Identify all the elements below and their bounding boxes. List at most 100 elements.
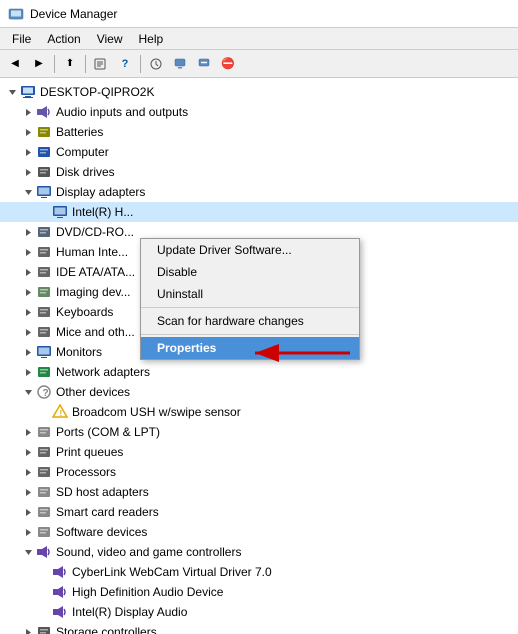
expand-btn-sound[interactable] [20,544,36,560]
ctx-item-update-driver[interactable]: Update Driver Software... [141,239,359,261]
node-icon-sdhost [36,484,52,500]
node-label-batteries: Batteries [56,125,103,139]
tree-item-networkadapters[interactable]: Network adapters [0,362,518,382]
expand-btn-ideata[interactable] [20,264,36,280]
expand-btn-cyberlink [36,564,52,580]
node-label-hdaudio: High Definition Audio Device [72,585,223,599]
node-icon-computer [36,144,52,160]
node-icon-cyberlink [52,564,68,580]
menu-help[interactable]: Help [131,30,172,48]
tree-item-portscom[interactable]: Ports (COM & LPT) [0,422,518,442]
tree-item-hdaudio[interactable]: High Definition Audio Device [0,582,518,602]
tree-item-printqueues[interactable]: Print queues [0,442,518,462]
tree-item-batteries[interactable]: Batteries [0,122,518,142]
tree-item-sound[interactable]: Sound, video and game controllers [0,542,518,562]
tree-item-displayadapters[interactable]: Display adapters [0,182,518,202]
ctx-item-disable[interactable]: Disable [141,261,359,283]
node-label-inteldisplay: Intel(R) Display Audio [72,605,187,619]
node-label-diskdrives: Disk drives [56,165,115,179]
ctx-item-properties[interactable]: Properties [141,337,359,359]
node-label-storage: Storage controllers [56,625,157,634]
expand-btn-diskdrives[interactable] [20,164,36,180]
node-icon-displayadapters [36,184,52,200]
node-icon-processors [36,464,52,480]
expand-btn-smartcard[interactable] [20,504,36,520]
menu-action[interactable]: Action [39,30,88,48]
tree-item-otherdevices[interactable]: ?Other devices [0,382,518,402]
node-icon-otherdevices: ? [36,384,52,400]
menu-view[interactable]: View [89,30,131,48]
tree-item-cyberlink[interactable]: CyberLink WebCam Virtual Driver 7.0 [0,562,518,582]
node-label-ideata: IDE ATA/ATA... [56,265,135,279]
expand-btn-keyboards[interactable] [20,304,36,320]
expand-btn-miceother[interactable] [20,324,36,340]
node-icon-hdaudio [52,584,68,600]
tree-item-diskdrives[interactable]: Disk drives [0,162,518,182]
expand-btn-batteries[interactable] [20,124,36,140]
node-icon-monitors [36,344,52,360]
node-label-printqueues: Print queues [56,445,123,459]
expand-btn-portscom[interactable] [20,424,36,440]
toolbar-up[interactable]: ⬆ [59,53,81,75]
node-icon-intel [52,204,68,220]
menu-file[interactable]: File [4,30,39,48]
toolbar-sep3 [140,55,141,73]
ctx-sep-sep2 [141,334,359,335]
toolbar-forward[interactable]: ▶ [28,53,50,75]
ctx-sep-sep1 [141,307,359,308]
ctx-item-uninstall[interactable]: Uninstall [141,283,359,305]
tree-item-softwaredevices[interactable]: Software devices [0,522,518,542]
expand-btn-monitors[interactable] [20,344,36,360]
expand-btn-processors[interactable] [20,464,36,480]
title-bar: Device Manager [0,0,518,28]
expand-btn-printqueues[interactable] [20,444,36,460]
expand-btn-inteldisplay [36,604,52,620]
tree-item-desktop[interactable]: DESKTOP-QIPRO2K [0,82,518,102]
toolbar-back[interactable]: ◀ [4,53,26,75]
node-label-cyberlink: CyberLink WebCam Virtual Driver 7.0 [72,565,272,579]
ctx-item-scan[interactable]: Scan for hardware changes [141,310,359,332]
toolbar-properties[interactable] [90,53,112,75]
tree-item-storage[interactable]: Storage controllers [0,622,518,634]
toolbar-update[interactable] [169,53,191,75]
expand-btn-computer[interactable] [20,144,36,160]
expand-btn-desktop[interactable] [4,84,20,100]
node-label-keyboards: Keyboards [56,305,113,319]
expand-btn-imagingdev[interactable] [20,284,36,300]
tree-item-audio[interactable]: Audio inputs and outputs [0,102,518,122]
expand-btn-storage[interactable] [20,624,36,634]
node-icon-batteries [36,124,52,140]
expand-btn-otherdevices[interactable] [20,384,36,400]
tree-item-computer[interactable]: Computer [0,142,518,162]
tree-item-processors[interactable]: Processors [0,462,518,482]
tree-item-broadcom[interactable]: !Broadcom USH w/swipe sensor [0,402,518,422]
tree-item-smartcard[interactable]: Smart card readers [0,502,518,522]
expand-btn-humaninterface[interactable] [20,244,36,260]
node-label-dvd: DVD/CD-RO... [56,225,134,239]
tree-item-intel[interactable]: Intel(R) H... [0,202,518,222]
context-menu: Update Driver Software...DisableUninstal… [140,238,360,360]
expand-btn-displayadapters[interactable] [20,184,36,200]
expand-btn-dvd[interactable] [20,224,36,240]
title-bar-title: Device Manager [30,7,117,21]
node-label-desktop: DESKTOP-QIPRO2K [40,85,154,99]
toolbar-help[interactable]: ? [114,53,136,75]
node-icon-broadcom: ! [52,404,68,420]
node-label-sound: Sound, video and game controllers [56,545,241,559]
expand-btn-softwaredevices[interactable] [20,524,36,540]
toolbar-uninstall[interactable] [193,53,215,75]
node-label-monitors: Monitors [56,345,102,359]
node-icon-portscom [36,424,52,440]
expand-btn-audio[interactable] [20,104,36,120]
toolbar-disable[interactable]: ⛔ [217,53,239,75]
expand-btn-intel [36,204,52,220]
node-icon-dvd [36,224,52,240]
expand-btn-sdhost[interactable] [20,484,36,500]
tree-item-sdhost[interactable]: SD host adapters [0,482,518,502]
node-icon-humaninterface [36,244,52,260]
node-icon-networkadapters [36,364,52,380]
tree-item-inteldisplay[interactable]: Intel(R) Display Audio [0,602,518,622]
expand-btn-networkadapters[interactable] [20,364,36,380]
toolbar-scan[interactable] [145,53,167,75]
node-label-audio: Audio inputs and outputs [56,105,188,119]
